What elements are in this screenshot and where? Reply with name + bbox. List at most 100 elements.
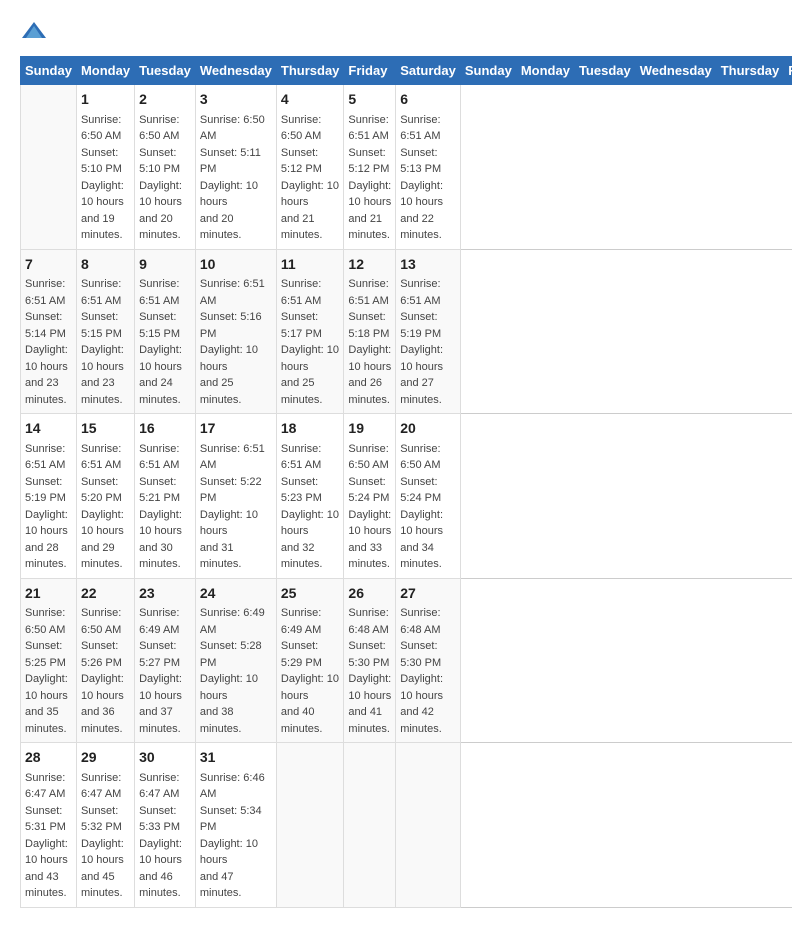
calendar-cell: 3Sunrise: 6:50 AM Sunset: 5:11 PM Daylig…	[195, 85, 276, 250]
day-info: Sunrise: 6:51 AM Sunset: 5:23 PM Dayligh…	[281, 441, 340, 573]
day-number: 12	[348, 255, 391, 275]
day-number: 31	[200, 748, 272, 768]
day-info: Sunrise: 6:51 AM Sunset: 5:20 PM Dayligh…	[81, 441, 130, 573]
day-info: Sunrise: 6:49 AM Sunset: 5:28 PM Dayligh…	[200, 605, 272, 737]
calendar-cell: 21Sunrise: 6:50 AM Sunset: 5:25 PM Dayli…	[21, 578, 77, 743]
day-info: Sunrise: 6:51 AM Sunset: 5:19 PM Dayligh…	[400, 276, 456, 408]
day-info: Sunrise: 6:51 AM Sunset: 5:14 PM Dayligh…	[25, 276, 72, 408]
day-number: 17	[200, 419, 272, 439]
day-info: Sunrise: 6:47 AM Sunset: 5:31 PM Dayligh…	[25, 770, 72, 902]
day-number: 10	[200, 255, 272, 275]
day-number: 5	[348, 90, 391, 110]
calendar-header-row: SundayMondayTuesdayWednesdayThursdayFrid…	[21, 57, 792, 85]
day-number: 15	[81, 419, 130, 439]
col-header-monday: Monday	[516, 57, 574, 85]
calendar-cell: 25Sunrise: 6:49 AM Sunset: 5:29 PM Dayli…	[276, 578, 344, 743]
calendar-cell: 14Sunrise: 6:51 AM Sunset: 5:19 PM Dayli…	[21, 414, 77, 579]
calendar-cell: 6Sunrise: 6:51 AM Sunset: 5:13 PM Daylig…	[396, 85, 461, 250]
day-number: 6	[400, 90, 456, 110]
calendar-cell	[21, 85, 77, 250]
day-number: 20	[400, 419, 456, 439]
calendar-cell: 17Sunrise: 6:51 AM Sunset: 5:22 PM Dayli…	[195, 414, 276, 579]
calendar-cell: 8Sunrise: 6:51 AM Sunset: 5:15 PM Daylig…	[76, 249, 134, 414]
calendar-week-3: 14Sunrise: 6:51 AM Sunset: 5:19 PM Dayli…	[21, 414, 792, 579]
col-header-friday: Friday	[784, 57, 792, 85]
calendar-cell: 20Sunrise: 6:50 AM Sunset: 5:24 PM Dayli…	[396, 414, 461, 579]
header-tuesday: Tuesday	[135, 57, 196, 85]
calendar-table: SundayMondayTuesdayWednesdayThursdayFrid…	[20, 56, 792, 908]
calendar-cell: 23Sunrise: 6:49 AM Sunset: 5:27 PM Dayli…	[135, 578, 196, 743]
day-number: 19	[348, 419, 391, 439]
col-header-thursday: Thursday	[716, 57, 784, 85]
day-number: 29	[81, 748, 130, 768]
day-info: Sunrise: 6:50 AM Sunset: 5:12 PM Dayligh…	[281, 112, 340, 244]
day-number: 13	[400, 255, 456, 275]
day-number: 30	[139, 748, 191, 768]
day-number: 28	[25, 748, 72, 768]
page-header	[20, 20, 772, 40]
day-number: 25	[281, 584, 340, 604]
header-thursday: Thursday	[276, 57, 344, 85]
day-number: 24	[200, 584, 272, 604]
day-number: 8	[81, 255, 130, 275]
day-info: Sunrise: 6:51 AM Sunset: 5:12 PM Dayligh…	[348, 112, 391, 244]
calendar-week-4: 21Sunrise: 6:50 AM Sunset: 5:25 PM Dayli…	[21, 578, 792, 743]
day-info: Sunrise: 6:50 AM Sunset: 5:10 PM Dayligh…	[81, 112, 130, 244]
day-info: Sunrise: 6:51 AM Sunset: 5:18 PM Dayligh…	[348, 276, 391, 408]
calendar-cell: 7Sunrise: 6:51 AM Sunset: 5:14 PM Daylig…	[21, 249, 77, 414]
day-number: 11	[281, 255, 340, 275]
calendar-cell: 26Sunrise: 6:48 AM Sunset: 5:30 PM Dayli…	[344, 578, 396, 743]
calendar-cell	[344, 743, 396, 908]
calendar-cell	[276, 743, 344, 908]
calendar-cell: 9Sunrise: 6:51 AM Sunset: 5:15 PM Daylig…	[135, 249, 196, 414]
day-info: Sunrise: 6:47 AM Sunset: 5:33 PM Dayligh…	[139, 770, 191, 902]
calendar-cell: 5Sunrise: 6:51 AM Sunset: 5:12 PM Daylig…	[344, 85, 396, 250]
calendar-cell: 18Sunrise: 6:51 AM Sunset: 5:23 PM Dayli…	[276, 414, 344, 579]
day-number: 14	[25, 419, 72, 439]
calendar-cell: 27Sunrise: 6:48 AM Sunset: 5:30 PM Dayli…	[396, 578, 461, 743]
day-info: Sunrise: 6:48 AM Sunset: 5:30 PM Dayligh…	[348, 605, 391, 737]
col-header-sunday: Sunday	[460, 57, 516, 85]
day-info: Sunrise: 6:51 AM Sunset: 5:16 PM Dayligh…	[200, 276, 272, 408]
calendar-cell: 2Sunrise: 6:50 AM Sunset: 5:10 PM Daylig…	[135, 85, 196, 250]
header-monday: Monday	[76, 57, 134, 85]
day-number: 7	[25, 255, 72, 275]
day-number: 4	[281, 90, 340, 110]
calendar-cell	[396, 743, 461, 908]
day-number: 1	[81, 90, 130, 110]
day-number: 16	[139, 419, 191, 439]
day-info: Sunrise: 6:50 AM Sunset: 5:24 PM Dayligh…	[348, 441, 391, 573]
header-friday: Friday	[344, 57, 396, 85]
day-number: 3	[200, 90, 272, 110]
calendar-cell: 4Sunrise: 6:50 AM Sunset: 5:12 PM Daylig…	[276, 85, 344, 250]
day-info: Sunrise: 6:51 AM Sunset: 5:17 PM Dayligh…	[281, 276, 340, 408]
day-info: Sunrise: 6:50 AM Sunset: 5:10 PM Dayligh…	[139, 112, 191, 244]
day-info: Sunrise: 6:49 AM Sunset: 5:29 PM Dayligh…	[281, 605, 340, 737]
logo	[20, 20, 52, 40]
day-info: Sunrise: 6:50 AM Sunset: 5:11 PM Dayligh…	[200, 112, 272, 244]
day-info: Sunrise: 6:51 AM Sunset: 5:22 PM Dayligh…	[200, 441, 272, 573]
calendar-cell: 30Sunrise: 6:47 AM Sunset: 5:33 PM Dayli…	[135, 743, 196, 908]
calendar-week-1: 1Sunrise: 6:50 AM Sunset: 5:10 PM Daylig…	[21, 85, 792, 250]
day-number: 22	[81, 584, 130, 604]
calendar-cell: 24Sunrise: 6:49 AM Sunset: 5:28 PM Dayli…	[195, 578, 276, 743]
day-info: Sunrise: 6:49 AM Sunset: 5:27 PM Dayligh…	[139, 605, 191, 737]
day-info: Sunrise: 6:51 AM Sunset: 5:13 PM Dayligh…	[400, 112, 456, 244]
day-number: 27	[400, 584, 456, 604]
day-info: Sunrise: 6:47 AM Sunset: 5:32 PM Dayligh…	[81, 770, 130, 902]
day-number: 2	[139, 90, 191, 110]
calendar-cell: 28Sunrise: 6:47 AM Sunset: 5:31 PM Dayli…	[21, 743, 77, 908]
calendar-cell: 19Sunrise: 6:50 AM Sunset: 5:24 PM Dayli…	[344, 414, 396, 579]
col-header-tuesday: Tuesday	[574, 57, 635, 85]
day-info: Sunrise: 6:50 AM Sunset: 5:26 PM Dayligh…	[81, 605, 130, 737]
col-header-wednesday: Wednesday	[635, 57, 716, 85]
calendar-week-5: 28Sunrise: 6:47 AM Sunset: 5:31 PM Dayli…	[21, 743, 792, 908]
logo-icon	[20, 20, 48, 40]
calendar-cell: 29Sunrise: 6:47 AM Sunset: 5:32 PM Dayli…	[76, 743, 134, 908]
day-info: Sunrise: 6:46 AM Sunset: 5:34 PM Dayligh…	[200, 770, 272, 902]
day-number: 23	[139, 584, 191, 604]
calendar-cell: 22Sunrise: 6:50 AM Sunset: 5:26 PM Dayli…	[76, 578, 134, 743]
calendar-cell: 10Sunrise: 6:51 AM Sunset: 5:16 PM Dayli…	[195, 249, 276, 414]
calendar-cell: 11Sunrise: 6:51 AM Sunset: 5:17 PM Dayli…	[276, 249, 344, 414]
day-info: Sunrise: 6:50 AM Sunset: 5:24 PM Dayligh…	[400, 441, 456, 573]
